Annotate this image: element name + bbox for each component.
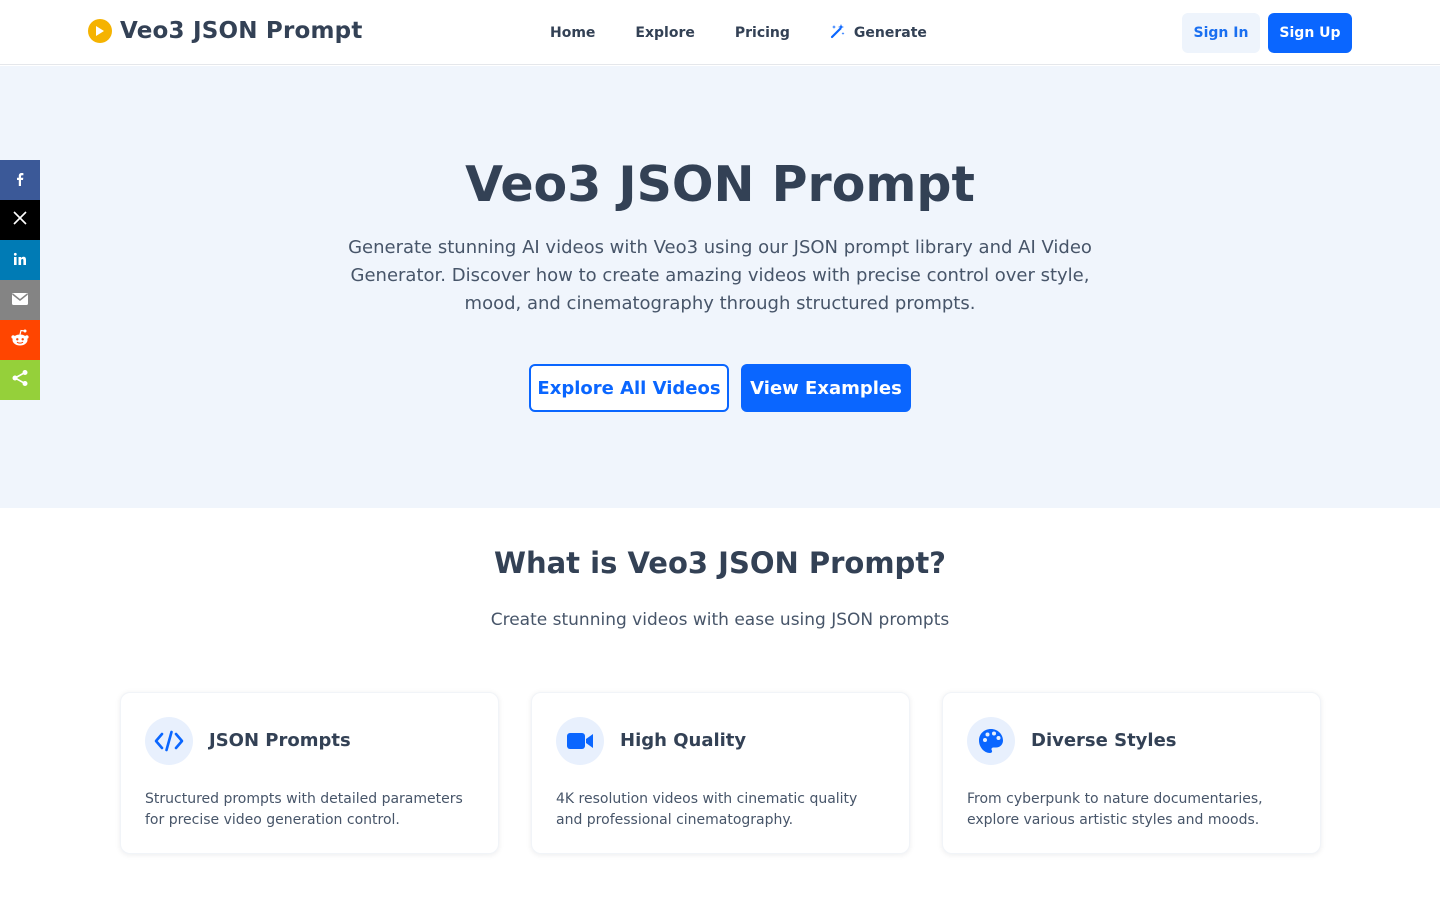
hero-buttons: Explore All Videos View Examples — [529, 364, 911, 412]
sign-up-button[interactable]: Sign Up — [1268, 13, 1352, 53]
feature-description: 4K resolution videos with cinematic qual… — [556, 791, 858, 828]
about-section-title: What is Veo3 JSON Prompt? — [493, 546, 947, 580]
more-share-button[interactable] — [0, 360, 40, 400]
reddit-icon — [10, 329, 30, 351]
code-icon — [145, 717, 193, 765]
palette-icon — [967, 717, 1015, 765]
email-icon — [11, 291, 29, 310]
feature-description: Structured prompts with detailed paramet… — [145, 791, 463, 828]
feature-card-diverse-styles: Diverse Styles From cyberpunk to nature … — [942, 692, 1321, 854]
linkedin-share-button[interactable] — [0, 240, 40, 280]
feature-card-json-prompts: JSON Prompts Structured prompts with det… — [120, 692, 499, 854]
nav-generate[interactable]: Generate — [830, 23, 927, 43]
x-icon — [12, 210, 28, 230]
main-nav: Home Explore Pricing Generate — [550, 0, 927, 65]
play-circle-icon — [88, 19, 112, 43]
explore-all-videos-button[interactable]: Explore All Videos — [529, 364, 729, 412]
facebook-share-button[interactable] — [0, 160, 40, 200]
linkedin-icon — [13, 251, 27, 270]
feature-title: High Quality — [620, 730, 747, 751]
share-bar — [0, 160, 40, 400]
brand-logo[interactable]: Veo3 JSON Prompt — [88, 18, 363, 44]
feature-description: From cyberpunk to nature documentaries, … — [967, 791, 1263, 828]
hero-description: Generate stunning AI videos with Veo3 us… — [348, 237, 1092, 314]
nav-generate-label: Generate — [853, 24, 927, 41]
nav-pricing[interactable]: Pricing — [735, 25, 790, 41]
reddit-share-button[interactable] — [0, 320, 40, 360]
feature-title: JSON Prompts — [209, 730, 351, 751]
site-header: Veo3 JSON Prompt Home Explore Pricing Ge… — [0, 0, 1440, 65]
nav-explore[interactable]: Explore — [635, 25, 694, 41]
feature-cards: JSON Prompts Structured prompts with det… — [120, 692, 1321, 854]
facebook-icon — [13, 171, 27, 190]
auth-buttons: Sign In Sign Up — [1182, 13, 1352, 53]
brand-title: Veo3 JSON Prompt — [120, 18, 363, 44]
share-icon — [11, 369, 29, 391]
feature-card-high-quality: High Quality 4K resolution videos with c… — [531, 692, 910, 854]
magic-wand-icon — [830, 23, 846, 43]
hero-section: Veo3 JSON Prompt Generate stunning AI vi… — [0, 66, 1440, 508]
view-examples-button[interactable]: View Examples — [741, 364, 911, 412]
x-share-button[interactable] — [0, 200, 40, 240]
video-camera-icon — [556, 717, 604, 765]
email-share-button[interactable] — [0, 280, 40, 320]
feature-title: Diverse Styles — [1031, 730, 1177, 751]
about-section-subtitle: Create stunning videos with ease using J… — [490, 610, 950, 630]
sign-in-button[interactable]: Sign In — [1182, 13, 1260, 53]
hero-title: Veo3 JSON Prompt — [465, 156, 975, 213]
nav-home[interactable]: Home — [550, 25, 595, 41]
